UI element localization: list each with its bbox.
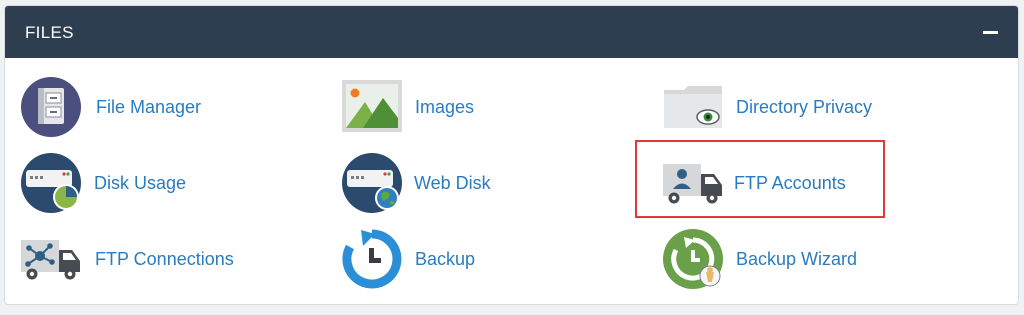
- disk-pie-icon: [21, 153, 81, 213]
- directory-privacy-link[interactable]: Directory Privacy: [662, 76, 882, 136]
- image-icon: [342, 80, 402, 132]
- file-cabinet-icon: [21, 77, 81, 137]
- disk-usage-link[interactable]: Disk Usage: [20, 152, 210, 213]
- directory-privacy-label: Directory Privacy: [736, 97, 873, 117]
- collapse-button[interactable]: [982, 23, 1000, 41]
- panel-header: FILES: [5, 6, 1018, 58]
- backup-clock-icon: [342, 229, 402, 289]
- disk-globe-icon: [342, 153, 402, 213]
- file-manager-label: File Manager: [96, 97, 202, 117]
- backup-link[interactable]: Backup: [341, 228, 491, 289]
- backup-wizard-icon: [663, 229, 723, 289]
- panel-title: FILES: [25, 23, 74, 42]
- backup-wizard-label: Backup Wizard: [736, 249, 858, 269]
- web-disk-label: Web Disk: [414, 173, 491, 193]
- folder-eye-icon: [664, 86, 722, 128]
- highlight-box: [635, 140, 885, 218]
- ftp-connections-label: FTP Connections: [95, 249, 234, 269]
- truck-network-icon: [21, 240, 80, 280]
- images-label: Images: [415, 97, 475, 117]
- ftp-connections-link[interactable]: FTP Connections: [20, 228, 250, 288]
- images-link[interactable]: Images: [341, 76, 491, 136]
- backup-label: Backup: [415, 249, 476, 269]
- web-disk-link[interactable]: Web Disk: [341, 152, 501, 213]
- minus-icon: [983, 31, 998, 34]
- backup-wizard-link[interactable]: Backup Wizard: [662, 228, 872, 289]
- disk-usage-label: Disk Usage: [94, 173, 187, 193]
- file-manager-link[interactable]: File Manager: [20, 76, 210, 137]
